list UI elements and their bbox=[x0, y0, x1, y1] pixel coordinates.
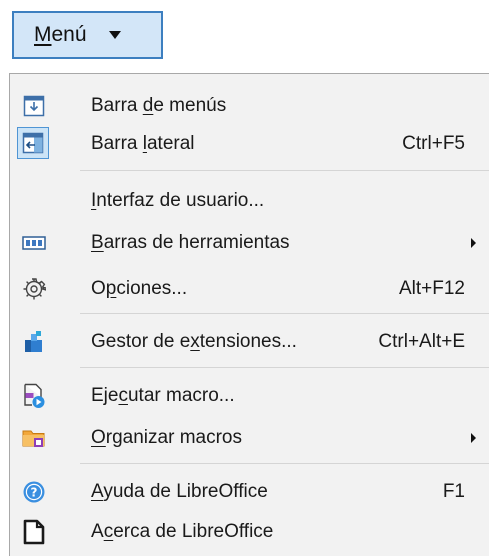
menu-item-toolbars[interactable]: Barras de herramientas bbox=[10, 224, 489, 262]
sidebar-icon bbox=[17, 127, 49, 159]
app-page: Menú Barra de menús Barra lateral Ctrl+F… bbox=[0, 0, 489, 556]
run-macro-icon bbox=[21, 383, 47, 409]
shortcut-label: Alt+F12 bbox=[398, 278, 465, 299]
shortcut-label: F1 bbox=[442, 481, 465, 502]
about-icon bbox=[21, 519, 47, 545]
menu-item-label: Gestor de extensiones... bbox=[91, 331, 297, 352]
chevron-right-icon bbox=[471, 433, 476, 443]
menu-item-label: Barra lateral bbox=[91, 133, 195, 154]
menu-item-user-interface[interactable]: Interfaz de usuario... bbox=[10, 182, 489, 220]
menu-item-help[interactable]: ? Ayuda de LibreOffice F1 bbox=[10, 473, 489, 511]
organize-macros-icon bbox=[21, 425, 47, 451]
menu-button[interactable]: Menú bbox=[12, 11, 163, 59]
svg-text:?: ? bbox=[31, 486, 38, 500]
menu-separator bbox=[80, 313, 489, 314]
menubar-icon bbox=[21, 93, 47, 119]
menu-button-label: Menú bbox=[34, 23, 87, 46]
toolbars-icon bbox=[21, 230, 47, 256]
gear-icon bbox=[21, 276, 47, 302]
menu-item-extension-manager[interactable]: Gestor de extensiones... Ctrl+Alt+E bbox=[10, 323, 489, 361]
dropdown-menu: Barra de menús Barra lateral Ctrl+F5 Int… bbox=[9, 73, 489, 556]
chevron-right-icon bbox=[471, 238, 476, 248]
menu-separator bbox=[80, 170, 489, 171]
menu-separator bbox=[80, 463, 489, 464]
menu-item-options[interactable]: Opciones... Alt+F12 bbox=[10, 270, 489, 308]
chevron-down-icon bbox=[108, 31, 121, 39]
extension-manager-icon bbox=[21, 329, 47, 355]
menu-item-label: Organizar macros bbox=[91, 427, 242, 448]
menu-item-organize-macros[interactable]: Organizar macros bbox=[10, 419, 489, 457]
menu-item-label: Opciones... bbox=[91, 278, 188, 299]
menu-item-label: Acerca de LibreOffice bbox=[91, 521, 274, 542]
menu-item-about[interactable]: Acerca de LibreOffice bbox=[10, 513, 489, 551]
menu-item-label: Barras de herramientas bbox=[91, 232, 290, 253]
menu-item-label: Barra de menús bbox=[91, 95, 227, 116]
shortcut-label: Ctrl+F5 bbox=[402, 133, 465, 154]
menu-item-sidebar[interactable]: Barra lateral Ctrl+F5 bbox=[10, 125, 489, 163]
menu-item-label: Interfaz de usuario... bbox=[91, 190, 265, 211]
menu-item-label: Ejecutar macro... bbox=[91, 385, 235, 406]
shortcut-label: Ctrl+Alt+E bbox=[378, 331, 465, 352]
menu-separator bbox=[80, 367, 489, 368]
menu-item-run-macro[interactable]: Ejecutar macro... bbox=[10, 377, 489, 415]
help-icon: ? bbox=[21, 479, 47, 505]
menu-item-label: Ayuda de LibreOffice bbox=[91, 481, 268, 502]
menu-item-menubar[interactable]: Barra de menús bbox=[10, 87, 489, 125]
